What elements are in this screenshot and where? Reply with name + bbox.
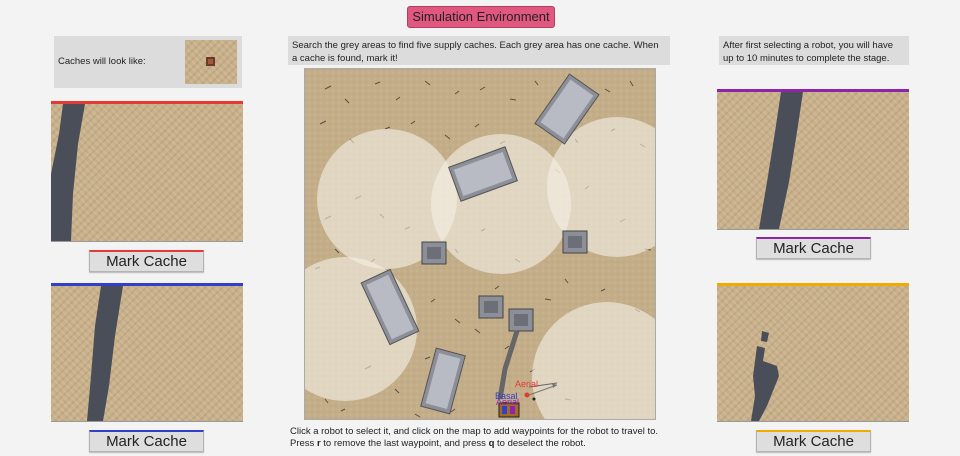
feed-terrain [751,331,779,421]
mark-cache-button-blue[interactable]: Mark Cache [89,430,204,452]
instructions-line-2: Press r to remove the last waypoint, and… [290,438,586,449]
mark-cache-button-red[interactable]: Mark Cache [89,250,204,272]
feed-terrain [87,286,123,421]
robot-label-ground-2: Aerial [496,397,520,407]
camera-feed-orange [717,283,909,422]
map-view[interactable]: Aerial Basal Aerial [304,68,656,420]
feed-terrain [51,104,85,241]
map-instructions: Click a robot to select it, and click on… [290,426,710,450]
instructions-line-1: Click a robot to select it, and click on… [290,426,659,437]
mark-cache-button-orange[interactable]: Mark Cache [756,430,871,452]
cache-preview-image [185,40,237,84]
cache-icon [206,57,215,66]
search-instructions: Search the grey areas to find five suppl… [288,36,670,65]
page-title: Simulation Environment [407,6,555,28]
camera-feed-purple [717,89,909,230]
camera-feed-red [51,101,243,242]
cache-preview-panel: Caches will look like: [54,36,242,88]
timer-info: After first selecting a robot, you will … [719,36,909,65]
camera-feed-blue [51,283,243,422]
map-canvas[interactable] [305,69,656,420]
cache-preview-label: Caches will look like: [58,56,146,67]
mark-cache-button-purple[interactable]: Mark Cache [756,237,871,259]
feed-terrain [759,92,803,229]
robot-label-aerial: Aerial [515,379,539,389]
